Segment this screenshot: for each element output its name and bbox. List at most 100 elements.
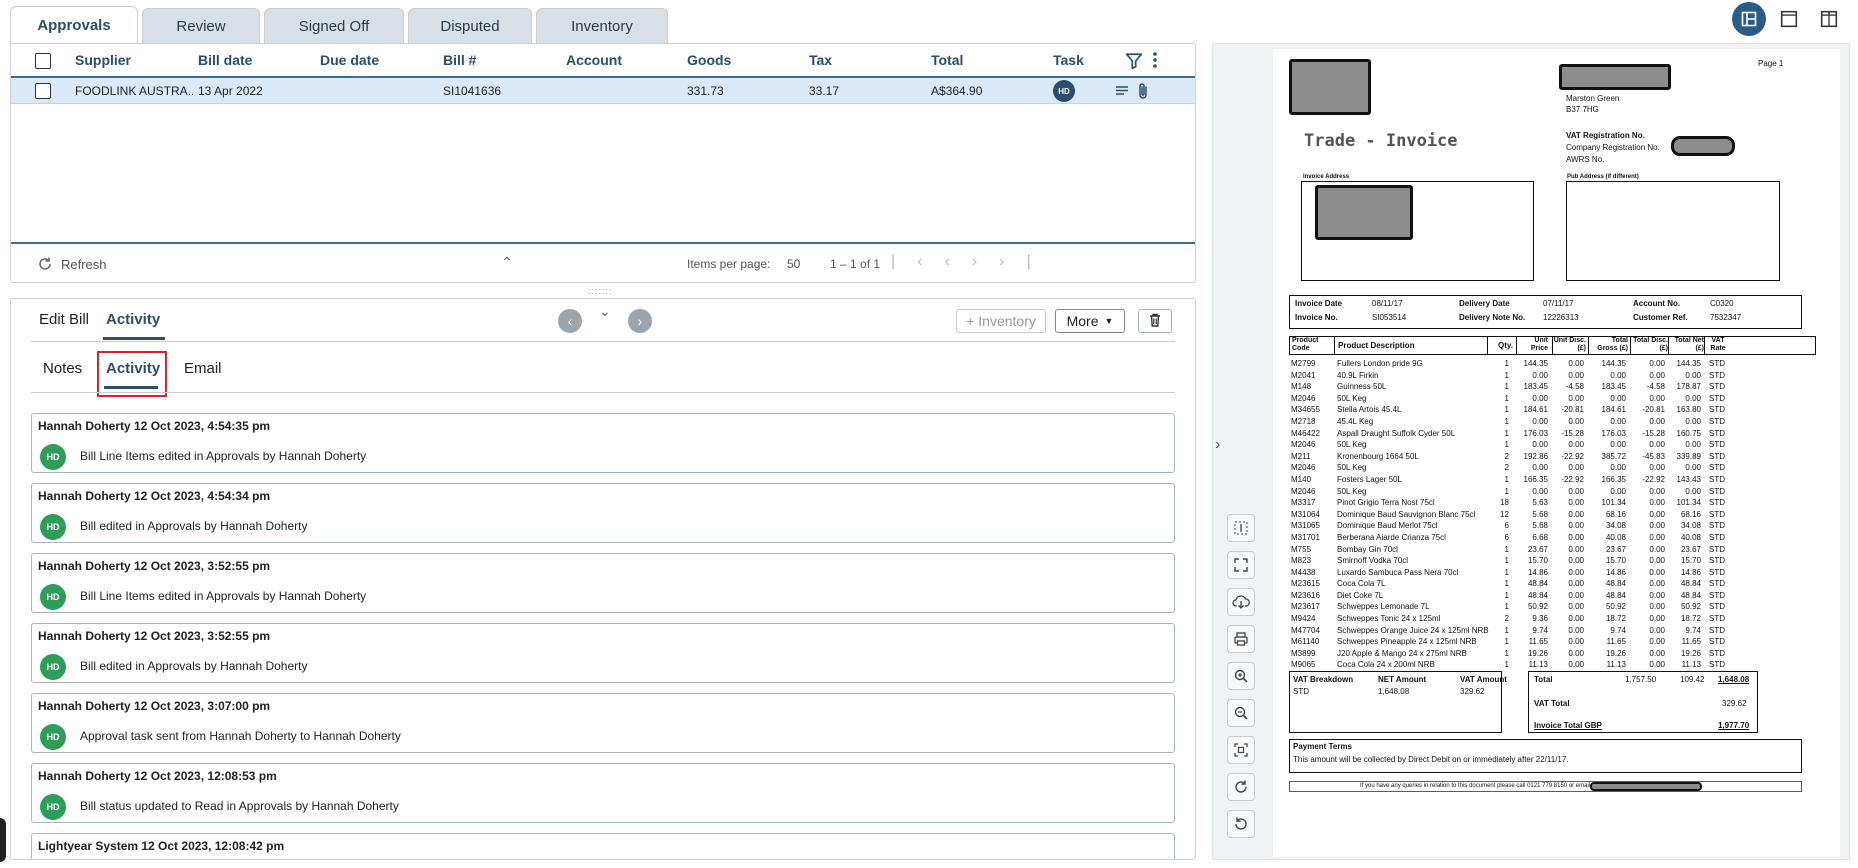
resize-handle[interactable]: ::::::: (588, 286, 613, 296)
item-unit-disc: 0.00 (1568, 625, 1584, 635)
pub-address-box (1566, 181, 1780, 281)
row-checkbox[interactable] (35, 83, 51, 99)
item-unit-price: 9.74 (1532, 625, 1548, 635)
col-tax[interactable]: Tax (809, 52, 832, 68)
col-supplier[interactable]: Supplier (75, 52, 131, 68)
notes-lines-icon[interactable] (1115, 84, 1129, 101)
tab-signed-off[interactable]: Signed Off (264, 8, 404, 44)
delete-button[interactable] (1138, 309, 1172, 333)
col-bill-number[interactable]: Bill # (443, 52, 476, 68)
tab-activity[interactable]: Activity (106, 311, 160, 328)
rotate-counterclockwise-icon[interactable] (1227, 810, 1255, 838)
item-code: M46422 (1291, 428, 1320, 438)
refresh-button[interactable]: Refresh (61, 257, 107, 272)
filter-icon[interactable] (1125, 52, 1143, 73)
invoice-line-item: M23617 Schweppes Lemonade 7L 1 50.92 0.00 50.… (1289, 602, 1816, 614)
item-total-gross: 48.84 (1605, 590, 1626, 600)
col-total[interactable]: Total (931, 52, 963, 68)
item-qty: 1 (1504, 370, 1509, 380)
header-separator (1516, 337, 1517, 355)
item-total-net: 0.00 (1685, 486, 1701, 496)
item-total-disc: 0.00 (1649, 648, 1665, 658)
items-per-page-select[interactable]: 50 (787, 257, 800, 271)
view-toggle-group (1732, 2, 1846, 36)
columns-view-icon[interactable] (1812, 2, 1846, 36)
zoom-in-icon[interactable] (1227, 662, 1255, 690)
side-handle[interactable] (0, 818, 6, 862)
last-page-icon[interactable]: ›| (999, 253, 1052, 270)
tab-approvals[interactable]: Approvals (10, 6, 138, 44)
col-task[interactable]: Task (1053, 52, 1084, 68)
item-unit-disc: 0.00 (1568, 440, 1584, 450)
col-goods[interactable]: Goods (687, 52, 731, 68)
item-code: M2046 (1291, 486, 1316, 496)
next-bill-icon[interactable]: › (628, 309, 652, 333)
invoice-address-box (1301, 181, 1534, 281)
item-unit-disc: 0.00 (1568, 579, 1584, 589)
refresh-icon[interactable] (37, 256, 53, 275)
invoice-line-item: M31701 Berberana Aiarde Crianza 75cl 6 6.68… (1289, 533, 1816, 545)
item-unit-disc: -4.58 (1565, 382, 1584, 392)
activity-message: Bill Line Items edited in Approvals by H… (80, 449, 367, 463)
item-total-disc: -45.83 (1642, 451, 1665, 461)
item-code: M2046 (1291, 393, 1316, 403)
item-unit-disc: -20.81 (1561, 405, 1584, 415)
zoom-out-icon[interactable] (1227, 699, 1255, 727)
split-view-icon[interactable] (1732, 2, 1766, 36)
item-vat-rate: STD (1709, 648, 1725, 658)
item-total-disc: 0.00 (1649, 486, 1665, 496)
tab-inventory[interactable]: Inventory (536, 8, 668, 44)
task-avatar[interactable]: HD (1053, 80, 1075, 102)
item-description: Fosters Lager 50L (1337, 474, 1402, 484)
item-total-net: 14.86 (1680, 567, 1701, 577)
invoice-line-item: M2046 50L Keg 1 0.00 0.00 0.00 0.00 0.00 STD (1289, 487, 1816, 499)
item-total-gross: 9.74 (1610, 625, 1626, 635)
attachment-icon[interactable] (1137, 82, 1149, 103)
more-button[interactable]: More ▼ (1055, 309, 1125, 333)
redacted-address (1559, 64, 1671, 90)
pagination-range: 1 – 1 of 1 (830, 257, 881, 271)
activity-title: Lightyear System 12 Oct 2023, 12:08:42 p… (38, 839, 285, 853)
avatar: HD (40, 654, 66, 680)
fit-page-icon[interactable] (1227, 736, 1255, 764)
prev-bill-icon[interactable]: ‹ (558, 309, 582, 333)
expand-panel-icon[interactable]: › (1215, 436, 1220, 454)
item-description: Berberana Aiarde Crianza 75cl (1337, 532, 1446, 542)
collapse-down-icon[interactable]: ⌄ (599, 303, 611, 320)
text-select-icon[interactable] (1227, 514, 1255, 542)
item-total-net: 68.16 (1680, 509, 1701, 519)
table-row[interactable]: FOODLINK AUSTRA... 13 Apr 2022 SI1041636… (11, 78, 1195, 104)
collapse-up-icon[interactable]: ⌃ (501, 254, 513, 271)
prev-page-icon[interactable]: ‹ (944, 253, 971, 270)
active-subtab-indicator (104, 386, 158, 389)
subtab-activity[interactable]: Activity (106, 360, 160, 377)
tab-disputed[interactable]: Disputed (408, 8, 532, 44)
col-due-date[interactable]: Due date (320, 52, 379, 68)
item-total-disc: 0.00 (1649, 463, 1665, 473)
tab-review[interactable]: Review (142, 8, 260, 44)
item-total-disc: 0.00 (1649, 532, 1665, 542)
rotate-clockwise-icon[interactable] (1227, 773, 1255, 801)
item-qty: 1 (1504, 544, 1509, 554)
item-total-net: 34.08 (1680, 521, 1701, 531)
item-total-gross: 15.70 (1605, 556, 1626, 566)
single-view-icon[interactable] (1772, 2, 1806, 36)
col-bill-date[interactable]: Bill date (198, 52, 252, 68)
invoice-line-item: M31065 Dominique Baud Merlot 75cl 6 5.68 0.0… (1289, 521, 1816, 533)
select-all-checkbox[interactable] (35, 53, 51, 69)
inventory-button[interactable]: + Inventory (956, 309, 1046, 333)
next-page-icon[interactable]: › (972, 253, 999, 270)
hdr-total-net: Total Net (£) (1674, 337, 1704, 352)
fullscreen-icon[interactable] (1227, 551, 1255, 579)
first-page-icon[interactable]: |‹ (891, 253, 944, 270)
col-account[interactable]: Account (566, 52, 622, 68)
download-cloud-icon[interactable] (1227, 588, 1255, 616)
more-vert-icon[interactable] (1151, 51, 1159, 72)
subtab-email[interactable]: Email (184, 360, 222, 377)
item-unit-disc: 0.00 (1568, 498, 1584, 508)
item-qty: 6 (1504, 521, 1509, 531)
print-icon[interactable] (1227, 625, 1255, 653)
item-total-gross: 144.35 (1601, 359, 1626, 368)
subtab-notes[interactable]: Notes (43, 360, 82, 377)
tab-edit-bill[interactable]: Edit Bill (39, 311, 89, 328)
